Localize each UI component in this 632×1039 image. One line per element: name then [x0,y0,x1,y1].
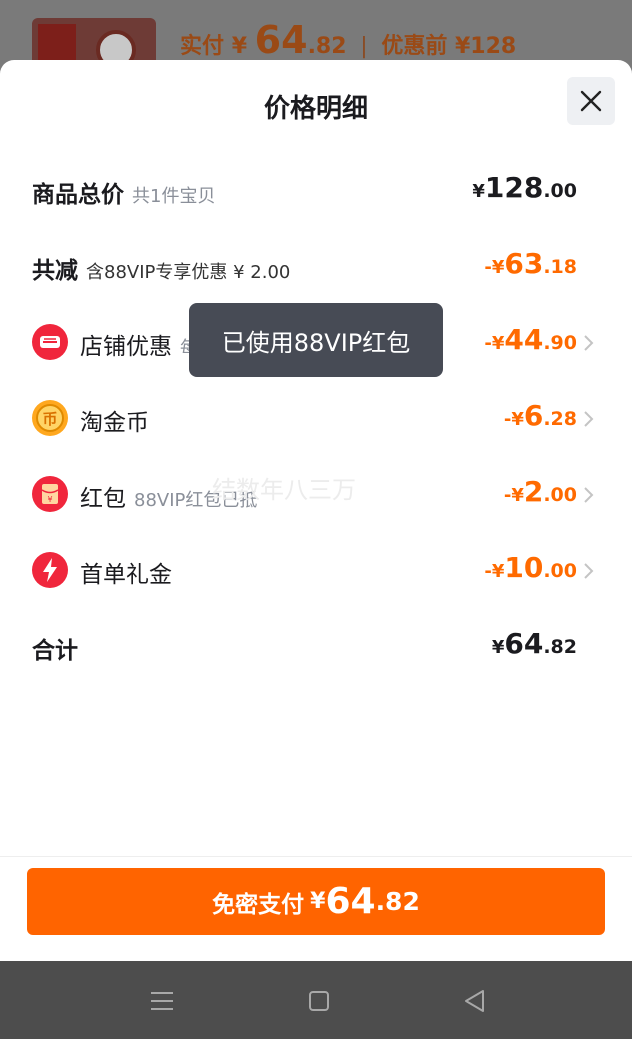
first-order-gift-amount: -¥10.00 [484,551,577,584]
first-order-gift-label: 首单礼金 [80,562,172,588]
goods-total-label: 商品总价 共1件宝贝 [32,182,216,208]
row-sum: 合计 ¥64.82 [0,627,632,667]
lightning-icon [32,552,68,588]
pay-button-label: 免密支付 [212,891,305,918]
menu-icon[interactable] [148,987,176,1015]
store-coupon-icon [32,324,68,360]
svg-text:币: 币 [42,410,57,428]
background-price-summary: 实付 ¥ 64.82 | 优惠前 ¥128 [180,18,516,62]
chevron-right-icon [584,335,594,351]
sum-amount: ¥64.82 [491,627,577,660]
chevron-right-icon [584,487,594,503]
pay-button[interactable]: 免密支付 ¥ 64.82 [27,868,605,935]
chevron-right-icon [584,563,594,579]
original-label: 优惠前 [381,34,448,59]
taojinbi-label: 淘金币 [80,410,149,436]
row-first-order-gift[interactable]: 首单礼金 -¥10.00 [0,551,632,591]
pay-button-yen: ¥ [310,889,326,914]
goods-total-amount: ¥128.00 [472,171,577,204]
home-square-icon[interactable] [305,987,333,1015]
price-prefix: 实付 [180,34,225,59]
taojinbi-coin-icon: 币 [32,400,68,436]
total-discount-label: 共减 含88VIP专享优惠 ¥ 2.00 [32,258,291,284]
store-discount-amount: -¥44.90 [484,323,577,356]
total-discount-amount: -¥63.18 [484,247,577,280]
price-detail-sheet: 价格明细 商品总价 共1件宝贝 ¥128.00 共减 含88VIP专享优惠 ¥ 2.… [0,60,632,961]
back-triangle-icon[interactable] [461,987,489,1015]
row-goods-total: 商品总价 共1件宝贝 ¥128.00 [0,171,632,211]
original-price: ¥128 [455,34,517,59]
close-button[interactable] [567,77,615,125]
price-dec: .82 [307,34,347,59]
goods-count: 共1件宝贝 [132,186,216,207]
vip-discount-note: 含88VIP专享优惠 ¥ 2.00 [86,262,291,283]
red-packet-icon: ¥ [32,476,68,512]
pay-button-dec: .82 [375,887,420,916]
system-navbar [0,961,632,1039]
svg-text:¥: ¥ [47,495,52,504]
price-int: 64 [254,18,308,62]
toast-message: 已使用88VIP红包 [189,303,443,377]
sheet-title: 价格明细 [263,94,368,124]
footer-divider [0,856,632,857]
red-packet-amount: -¥2.00 [503,475,577,508]
close-icon [580,90,602,112]
row-total-discount: 共减 含88VIP专享优惠 ¥ 2.00 -¥63.18 [0,247,632,287]
price-separator: | [360,34,368,59]
pay-button-int: 64 [325,881,376,922]
sum-label: 合计 [32,638,78,664]
watermark: 结数年八三万 [212,476,356,504]
price-yen: ¥ [231,34,247,59]
chevron-right-icon [584,411,594,427]
taojinbi-amount: -¥6.28 [503,399,577,432]
row-taojinbi[interactable]: 币 淘金币 -¥6.28 [0,399,632,439]
